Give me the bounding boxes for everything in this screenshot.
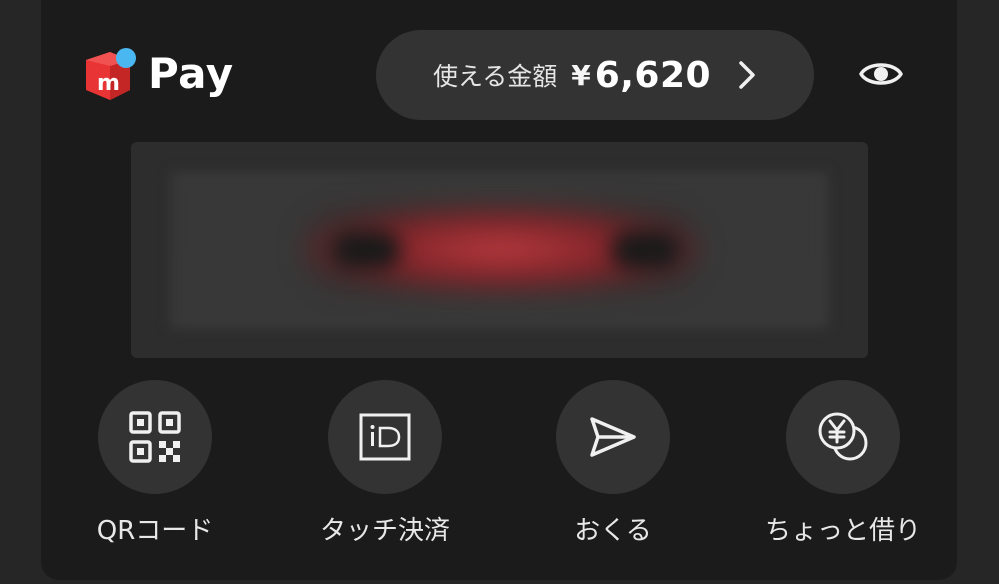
send-icon <box>590 417 636 457</box>
id-touch-icon <box>359 413 411 461</box>
payment-code-blurred[interactable] <box>131 142 868 358</box>
page: m Pay 使える金額 ¥ 6,620 QRコード タッチ決済 おくる ちょっと… <box>0 0 999 584</box>
chevron-right-icon <box>737 59 757 91</box>
touch-payment-circle <box>328 380 442 494</box>
code-shadow-left <box>331 230 401 270</box>
merpay-logo: m Pay <box>82 46 234 102</box>
balance-button[interactable]: 使える金額 ¥ 6,620 <box>376 30 814 120</box>
balance-amount: 6,620 <box>594 54 712 96</box>
qr-code-icon <box>129 411 181 463</box>
borrow-button[interactable]: ちょっと借り <box>728 380 958 547</box>
code-shadow-right <box>611 230 681 270</box>
borrow-circle <box>786 380 900 494</box>
balance-currency: ¥ <box>571 58 591 92</box>
logo-text: Pay <box>148 49 234 98</box>
action-label-send: おくる <box>574 516 652 546</box>
yen-coins-icon <box>818 412 868 461</box>
logo-mark-letter: m <box>97 71 120 96</box>
balance-label: 使える金額 <box>432 62 558 91</box>
qr-code-circle <box>98 380 212 494</box>
send-circle <box>556 380 670 494</box>
action-label-qr: QRコード <box>96 516 214 546</box>
action-label-borrow: ちょっと借り <box>764 516 921 546</box>
action-label-touch: タッチ決済 <box>319 516 450 546</box>
eye-icon[interactable] <box>858 56 904 92</box>
mercari-box-icon: m <box>82 46 138 102</box>
touch-payment-button[interactable]: タッチ決済 <box>270 380 500 547</box>
qr-code-button[interactable]: QRコード <box>40 380 270 547</box>
send-button[interactable]: おくる <box>498 380 728 547</box>
